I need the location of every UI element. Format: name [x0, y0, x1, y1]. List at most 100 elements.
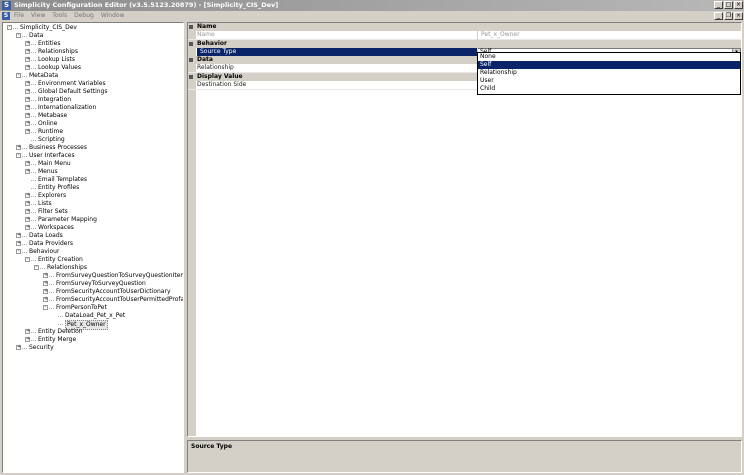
collapse-icon[interactable]	[189, 75, 193, 79]
child-restore-button[interactable]: ❐	[724, 12, 733, 20]
tree-node[interactable]: - User Interfaces	[3, 152, 183, 160]
tree-node-label[interactable]: Filter Sets	[38, 208, 68, 216]
menu-debug[interactable]: Debug	[74, 12, 94, 20]
tree-node[interactable]: + FromSecurityAccountToUserPermittedProfa…	[3, 296, 183, 304]
expand-icon[interactable]: +	[25, 201, 30, 206]
tree-node[interactable]: + Lists	[3, 200, 183, 208]
expand-icon[interactable]: +	[25, 337, 30, 342]
tree-node-label[interactable]: Lookup Lists	[38, 56, 75, 64]
expand-icon[interactable]: +	[43, 289, 48, 294]
tree-node-label[interactable]: Runtime	[38, 128, 63, 136]
tree-node-label[interactable]: Lists	[38, 200, 52, 208]
expand-icon[interactable]: +	[25, 113, 30, 118]
expand-icon[interactable]: +	[25, 225, 30, 230]
tree-node[interactable]: - Data	[3, 32, 183, 40]
tree-node[interactable]: - FromPersonToPet	[3, 304, 183, 312]
tree-node[interactable]: + Global Default Settings	[3, 88, 183, 96]
tree-node[interactable]: + Parameter Mapping	[3, 216, 183, 224]
tree-node[interactable]: DataLoad_Pet_x_Pet	[3, 312, 183, 320]
tree-node[interactable]: + Explorers	[3, 192, 183, 200]
tree-node-label[interactable]: Main Menu	[38, 160, 71, 168]
tree-node[interactable]: + Metabase	[3, 112, 183, 120]
expand-icon[interactable]: +	[25, 161, 30, 166]
tree-node-label[interactable]: FromSecurityAccountToUserDictionary	[56, 288, 171, 296]
expand-icon[interactable]: +	[16, 241, 21, 246]
tree-node[interactable]: - Entity Creation	[3, 256, 183, 264]
tree-node[interactable]: - Relationships	[3, 264, 183, 272]
collapse-icon[interactable]: -	[16, 33, 21, 38]
expand-icon[interactable]: +	[43, 273, 48, 278]
expand-icon[interactable]: +	[16, 145, 21, 150]
tree-node-label[interactable]: Global Default Settings	[38, 88, 108, 96]
tree-node[interactable]: + Business Processes	[3, 144, 183, 152]
tree-node-label[interactable]: DataLoad_Pet_x_Pet	[65, 312, 125, 320]
tree-node-label[interactable]: FromSecurityAccountToUserPermittedProfan…	[56, 296, 183, 304]
collapse-icon[interactable]: -	[16, 153, 21, 158]
expand-icon[interactable]: +	[25, 57, 30, 62]
collapse-icon[interactable]: -	[7, 25, 12, 30]
property-row-name[interactable]: Name Pet_x_Owner	[188, 31, 741, 40]
document-icon[interactable]: S	[2, 12, 10, 20]
tree-node-label[interactable]: Simplicity_CIS_Dev	[20, 24, 77, 32]
tree-node-label[interactable]: Entities	[38, 40, 60, 48]
tree-node[interactable]: + Workspaces	[3, 224, 183, 232]
tree-node-label[interactable]: Relationships	[38, 48, 78, 56]
tree-node[interactable]: + Lookup Lists	[3, 56, 183, 64]
tree-node-label[interactable]: FromSurveyQuestionToSurveyQuestionItems	[56, 272, 183, 280]
category-name[interactable]: Name	[188, 23, 741, 31]
tree-node[interactable]: + FromSurveyQuestionToSurveyQuestionItems	[3, 272, 183, 280]
expand-icon[interactable]: +	[25, 209, 30, 214]
menu-window[interactable]: Window	[101, 12, 125, 20]
tree-node-label[interactable]: Entity Merge	[38, 336, 76, 344]
tree-node-label[interactable]: Parameter Mapping	[38, 216, 97, 224]
tree-node-label[interactable]: Business Processes	[29, 144, 87, 152]
tree-node[interactable]: + Lookup Values	[3, 64, 183, 72]
tree-node[interactable]: + Entity Deletion	[3, 328, 183, 336]
property-grid[interactable]: Name Name Pet_x_Owner Behavior Source Ty…	[187, 22, 742, 437]
tree-node[interactable]: Pet_x_Owner	[3, 320, 183, 330]
dropdown-option[interactable]: Self	[478, 61, 740, 69]
tree-node-label[interactable]: Behaviour	[29, 248, 59, 256]
expand-icon[interactable]: +	[43, 281, 48, 286]
tree-node-label[interactable]: Data	[29, 32, 43, 40]
collapse-icon[interactable]	[189, 42, 193, 46]
expand-icon[interactable]: +	[25, 193, 30, 198]
expand-icon[interactable]: +	[25, 97, 30, 102]
tree-node-label[interactable]: Entity Deletion	[38, 328, 83, 336]
expand-icon[interactable]: +	[25, 105, 30, 110]
tree-node[interactable]: Scripting	[3, 136, 183, 144]
dropdown-option[interactable]: User	[478, 77, 740, 85]
tree-node-label[interactable]: Metabase	[38, 112, 67, 120]
category-behavior[interactable]: Behavior	[188, 40, 741, 48]
collapse-icon[interactable]	[189, 58, 193, 62]
configuration-tree[interactable]: - Simplicity_CIS_Dev - Data + Entities + Relati…	[2, 22, 184, 473]
tree-node-label[interactable]: Explorers	[38, 192, 66, 200]
tree-node-label[interactable]: MetaData	[29, 72, 58, 80]
tree-node[interactable]: - MetaData	[3, 72, 183, 80]
tree-node[interactable]: + Integration	[3, 96, 183, 104]
tree-node-label[interactable]: Relationships	[47, 264, 87, 272]
tree-node-label[interactable]: Email Templates	[38, 176, 87, 184]
expand-icon[interactable]: +	[25, 41, 30, 46]
tree-node[interactable]: + Entity Merge	[3, 336, 183, 344]
collapse-icon[interactable]: -	[16, 249, 21, 254]
expand-icon[interactable]: +	[43, 297, 48, 302]
tree-node[interactable]: + Main Menu	[3, 160, 183, 168]
tree-node-label[interactable]: Entity Profiles	[38, 184, 79, 192]
tree-node[interactable]: Email Templates	[3, 176, 183, 184]
tree-node-label[interactable]: Internationalization	[38, 104, 96, 112]
child-minimize-button[interactable]: _	[714, 12, 723, 20]
tree-node[interactable]: - Behaviour	[3, 248, 183, 256]
tree-node-label[interactable]: FromSurveyToSurveyQuestion	[56, 280, 146, 288]
source-type-dropdown-list[interactable]: None Self Relationship User Child	[477, 52, 741, 95]
tree-node[interactable]: + Relationships	[3, 48, 183, 56]
menu-view[interactable]: View	[31, 12, 45, 20]
tree-node[interactable]: + Security	[3, 344, 183, 352]
collapse-icon[interactable]: -	[43, 305, 48, 310]
expand-icon[interactable]: +	[25, 89, 30, 94]
expand-icon[interactable]: +	[25, 169, 30, 174]
tree-node[interactable]: + Data Providers	[3, 240, 183, 248]
tree-node-label[interactable]: Menus	[38, 168, 58, 176]
tree-node-label[interactable]: Data Providers	[29, 240, 73, 248]
tree-node[interactable]: Entity Profiles	[3, 184, 183, 192]
